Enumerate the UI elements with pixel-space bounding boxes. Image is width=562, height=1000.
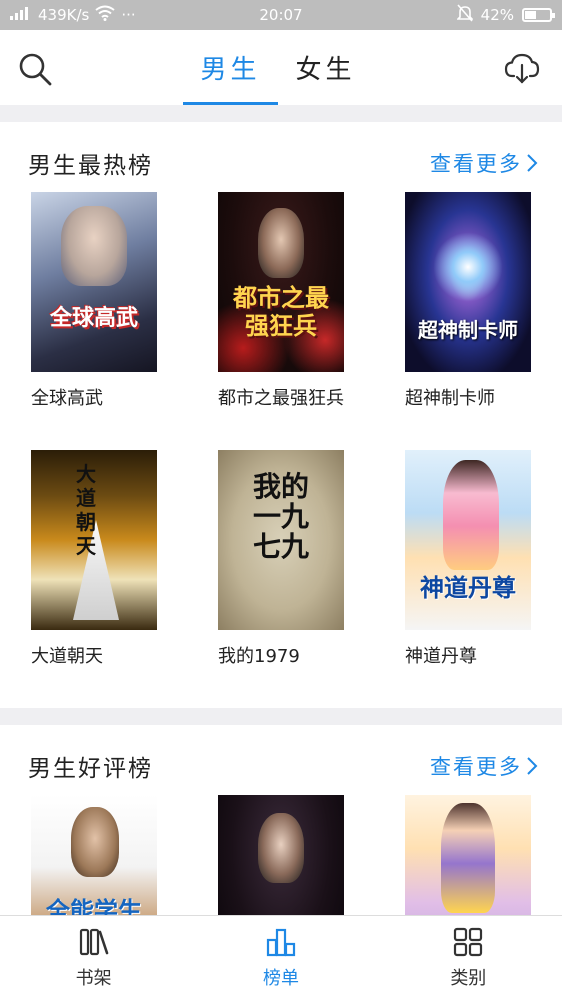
book-title: 都市之最强狂兵 <box>218 388 344 409</box>
book-item[interactable] <box>218 795 344 915</box>
wifi-icon <box>95 5 115 25</box>
book-item[interactable] <box>405 795 531 915</box>
book-cover[interactable]: 神道丹尊 <box>405 450 531 630</box>
battery-percent: 42% <box>480 6 514 24</box>
cover-figure <box>443 460 499 570</box>
nav-bookshelf[interactable]: 书架 <box>0 916 187 1000</box>
nav-category[interactable]: 类别 <box>375 916 562 1000</box>
status-bar: 439K/s ··· 20:07 42% <box>0 0 562 30</box>
cover-title: 全能学生 <box>46 897 142 915</box>
cover-figure <box>61 206 127 286</box>
cover-title: 都市之最强狂兵 <box>233 284 329 340</box>
cover-eye <box>433 232 503 302</box>
search-icon[interactable] <box>18 52 52 86</box>
tab-male[interactable]: 男生 <box>183 30 278 105</box>
signal-icon <box>10 6 32 24</box>
view-more-link[interactable]: 查看更多 <box>430 148 538 178</box>
mute-bell-icon <box>455 4 474 26</box>
tab-female[interactable]: 女生 <box>278 30 373 105</box>
more-dots: ··· <box>121 6 136 24</box>
section-title: 男生最热榜 <box>28 153 153 179</box>
book-cover[interactable]: 全球高武 <box>31 192 157 372</box>
chevron-right-icon <box>527 154 538 172</box>
view-more-label: 查看更多 <box>430 755 522 779</box>
section-hot: 男生最热榜 查看更多 全球高武 全球高武 都市之最强狂兵 都市之最强狂兵 超神制… <box>0 122 562 708</box>
book-cover[interactable]: 超神制卡师 <box>405 192 531 372</box>
nav-label: 类别 <box>450 968 487 989</box>
nav-label: 榜单 <box>262 968 299 989</box>
book-item[interactable]: 超神制卡师 超神制卡师 <box>405 192 531 412</box>
section-divider <box>0 708 562 725</box>
book-item[interactable]: 大道朝天 大道朝天 <box>31 450 157 670</box>
section-title: 男生好评榜 <box>28 756 153 782</box>
section-rated: 男生好评榜 查看更多 全能学生 <box>0 725 562 915</box>
book-cover[interactable]: 都市之最强狂兵 <box>218 192 344 372</box>
book-item[interactable]: 都市之最强狂兵 都市之最强狂兵 <box>218 192 344 412</box>
book-item[interactable]: 神道丹尊 神道丹尊 <box>405 450 531 670</box>
book-item[interactable]: 我的一九七九 我的1979 <box>218 450 344 670</box>
cover-figure <box>441 803 495 913</box>
book-item[interactable]: 全能学生 <box>31 795 157 915</box>
battery-fill <box>525 11 536 19</box>
book-cover[interactable]: 大道朝天 <box>31 450 157 630</box>
cloud-download-icon[interactable] <box>504 50 540 86</box>
book-title: 大道朝天 <box>31 646 103 667</box>
book-title: 全球高武 <box>31 388 103 409</box>
cover-title: 神道丹尊 <box>420 574 516 602</box>
cover-title: 我的一九七九 <box>252 470 309 563</box>
status-time: 20:07 <box>259 6 303 24</box>
view-more-label: 查看更多 <box>430 152 522 176</box>
cover-figure <box>258 813 304 883</box>
cover-figure <box>71 807 119 877</box>
cover-title: 全球高武 <box>49 306 138 331</box>
nav-ranking[interactable]: 榜单 <box>187 916 374 1000</box>
book-cover[interactable]: 全能学生 <box>31 795 157 915</box>
nav-label: 书架 <box>75 968 112 989</box>
book-title: 超神制卡师 <box>405 388 495 409</box>
view-more-link[interactable]: 查看更多 <box>430 751 538 781</box>
book-cover[interactable] <box>218 795 344 915</box>
book-cover[interactable] <box>405 795 531 915</box>
top-header: 男生 女生 <box>0 30 562 105</box>
gender-tabs: 男生 女生 <box>183 30 373 105</box>
cover-figure <box>258 208 304 278</box>
cover-title: 超神制卡师 <box>418 318 518 342</box>
bookshelf-icon <box>79 928 108 956</box>
chevron-right-icon <box>527 757 538 775</box>
book-title: 神道丹尊 <box>405 646 477 667</box>
battery-icon <box>522 8 555 22</box>
book-cover[interactable]: 我的一九七九 <box>218 450 344 630</box>
section-divider <box>0 105 562 122</box>
bottom-nav: 书架 榜单 类别 <box>0 915 562 1000</box>
network-speed: 439K/s <box>38 6 90 24</box>
ranking-icon <box>266 928 296 957</box>
category-icon <box>454 927 483 957</box>
book-title: 我的1979 <box>218 646 300 667</box>
cover-title: 大道朝天 <box>76 462 96 558</box>
book-item[interactable]: 全球高武 全球高武 <box>31 192 157 412</box>
